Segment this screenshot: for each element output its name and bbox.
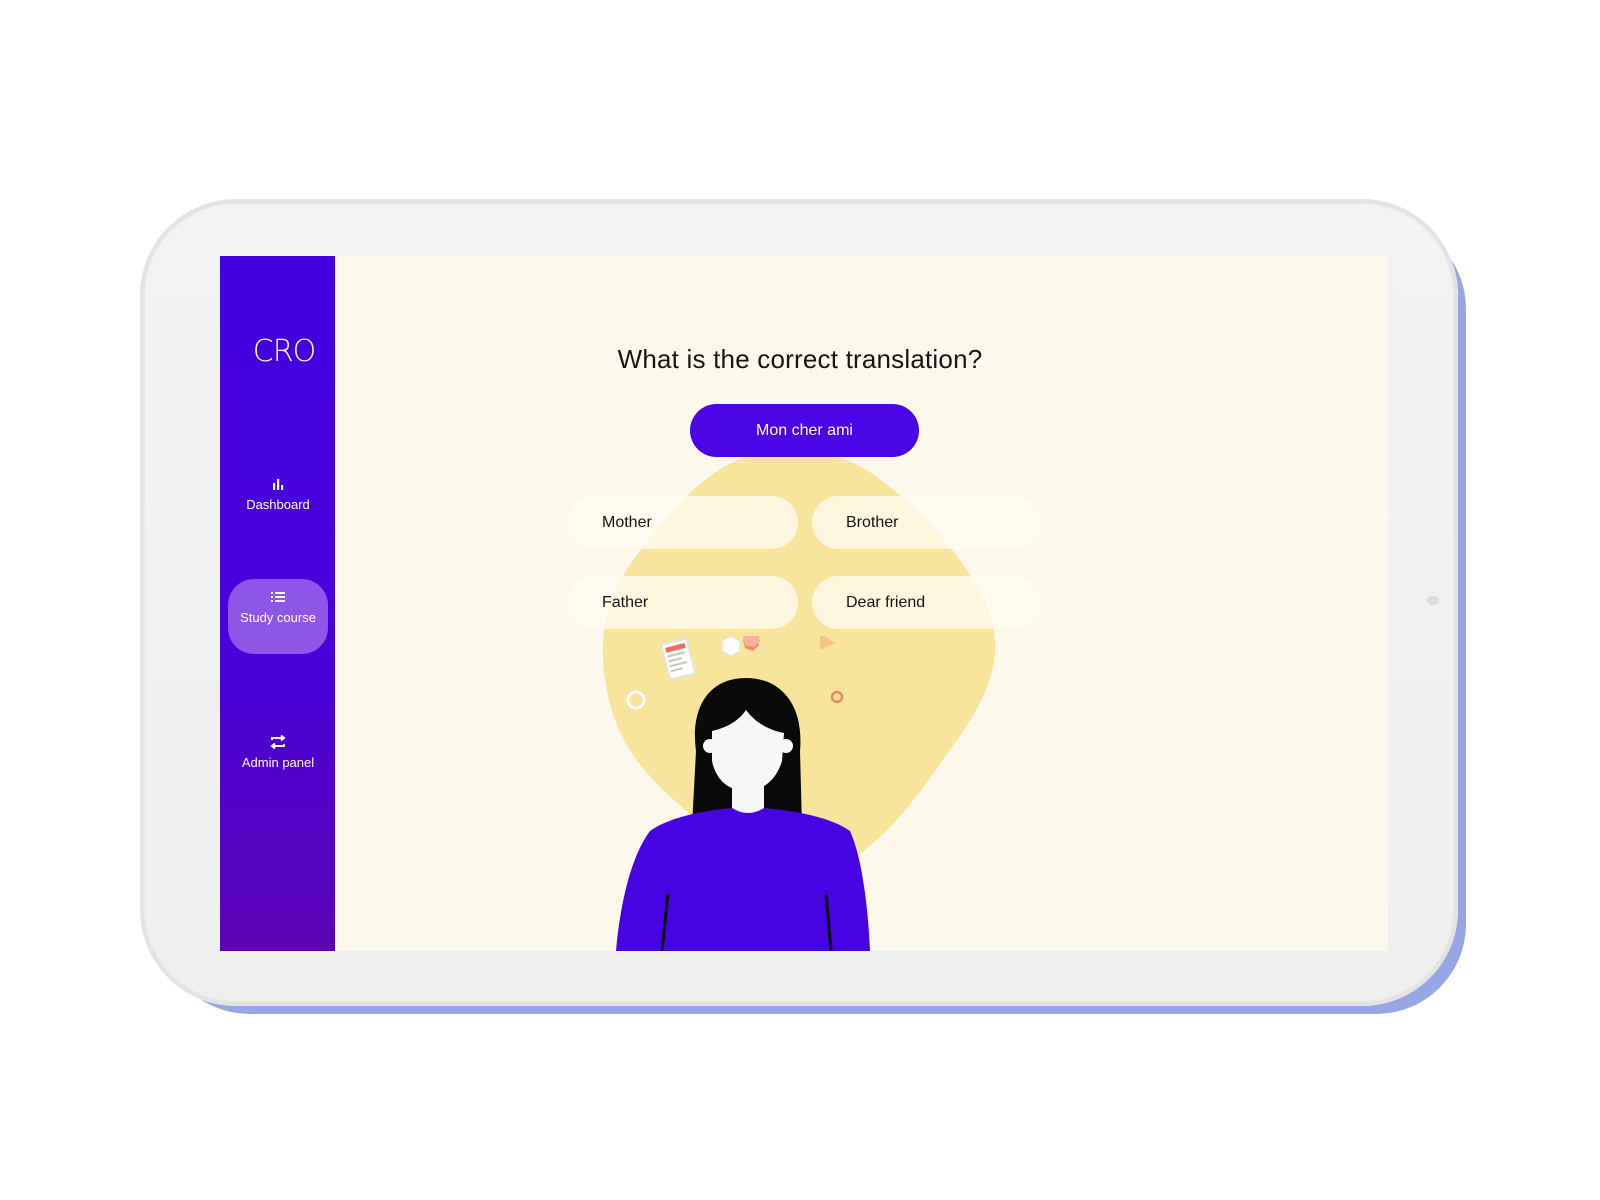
answer-option-brother[interactable]: Brother	[812, 496, 1042, 549]
answer-option-dear-friend[interactable]: Dear friend	[812, 576, 1042, 629]
person-illustration	[616, 636, 870, 951]
person-figure	[616, 678, 870, 951]
sidebar-item-study-course[interactable]: Study course	[228, 579, 328, 654]
app-logo: CRO	[252, 334, 316, 369]
answer-option-mother[interactable]: Mother	[568, 496, 798, 549]
swap-arrows-icon	[270, 734, 286, 750]
sidebar-item-dashboard[interactable]: Dashboard	[228, 468, 328, 518]
prompt-phrase-pill: Mon cher ami	[690, 404, 919, 457]
bar-chart-icon	[273, 479, 284, 490]
tablet-camera	[1427, 596, 1439, 605]
sidebar: CRO Dashboard Study course Admin panel	[220, 256, 335, 951]
sidebar-item-label: Admin panel	[241, 755, 315, 770]
question-title: What is the correct translation?	[617, 344, 983, 374]
answer-option-father[interactable]: Father	[568, 576, 798, 629]
sidebar-item-label: Study course	[240, 610, 316, 625]
stage: CRO Dashboard Study course Admin panel W…	[0, 0, 1600, 1200]
list-icon	[271, 592, 285, 602]
app-screen: CRO Dashboard Study course Admin panel W…	[220, 256, 1388, 951]
sidebar-item-admin-panel[interactable]: Admin panel	[228, 726, 328, 788]
sidebar-item-label: Dashboard	[246, 497, 310, 512]
